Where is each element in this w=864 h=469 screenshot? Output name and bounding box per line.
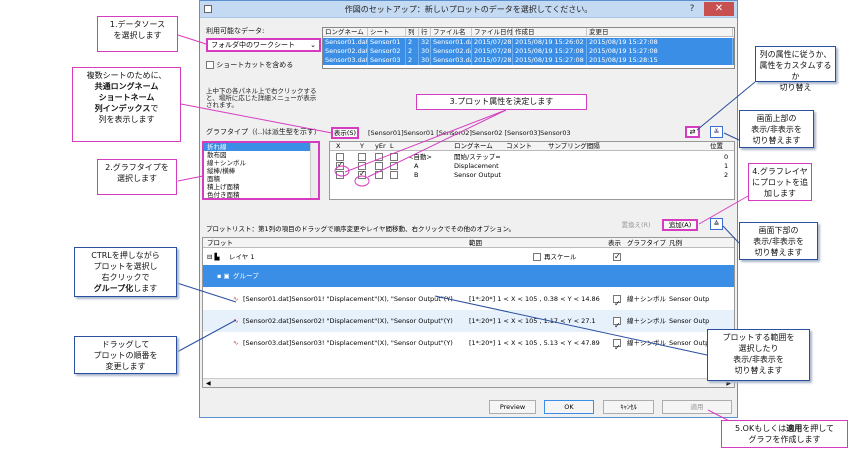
callout-ctrl: CTRLを押しながら プロットを選択し 右クリックで グループ化します [74,247,177,297]
callout-text: ショートネーム [98,93,155,102]
callout-4: 4.グラフレイヤ にプロットを追 加します [748,163,812,201]
callout-text: 列の属性に従うか、 [759,50,832,59]
callout-text: 右クリックで [101,273,150,282]
callout-text: 切り替え [779,83,812,92]
callout-text: ドラッグして [101,340,150,349]
callout-text: グラフを作成します [748,435,821,444]
callout-text: 5.OKもしくは [735,424,787,433]
callout-text: 3.プロット属性を決定します [449,97,554,106]
callout-text: します [133,284,158,293]
callout-text: 4.グラフレイヤ [752,167,808,176]
callout-range: プロットする範囲を 選択したり 表示/非表示を 切り替えます [707,329,810,381]
callout-text: 属性をカスタムするか [759,61,832,81]
callout-text: 表示/非表示を [733,355,784,364]
callout-2: 2.グラフタイプを 選択します [97,159,177,195]
callout-text: 切り替えます [734,366,783,375]
callout-3: 3.プロット属性を決定します [416,94,587,110]
callout-top-toggle: 画面上部の 表示/非表示を 切り替えます [739,110,814,148]
callout-1: 1.データソース を選択します [97,16,178,52]
callout-text: 変更します [105,362,146,371]
callout-text: 切り替えます [752,136,801,145]
callout-text: CTRLを押しながら [91,251,160,260]
callout-text: を押して [802,424,834,433]
callout-text: グループ化 [93,284,134,293]
callout-text: 画面下部の [758,226,799,235]
callout-text: 列を表示します [98,115,155,124]
callout-text: で [150,104,159,113]
callout-text: 加します [764,189,796,198]
callout-text: 複数シートのために、 [86,71,167,80]
highlight-y [354,175,370,187]
callout-5: 5.OKもしくは適用を押して グラフを作成します [721,420,848,448]
callout-multisheet: 複数シートのために、 共通ロングネーム ショートネーム 列インデックスで 列を表… [72,67,181,142]
callout-text: プロットを選択し [93,262,158,271]
callout-text: にプロットを追 [752,178,808,187]
callout-text: 適用 [786,424,803,433]
callout-text: プロットの順番を [93,351,158,360]
callout-text: 選択します [117,174,157,183]
callout-text: 1.データソース [109,20,166,29]
callout-text: 共通ロングネーム [94,82,159,91]
callout-text: 表示/非表示を [753,237,804,246]
callout-drag: ドラッグして プロットの順番を 変更します [74,336,177,374]
callout-text: を選択します [113,31,162,40]
callout-text: 表示/非表示を [751,125,802,134]
callout-text: 2.グラフタイプを [105,163,169,172]
callout-text: 列インデックス [94,104,151,113]
callout-text: プロットする範囲を [722,333,795,342]
callout-attr-switch: 列の属性に従うか、 属性をカスタムするか 切り替え [755,46,836,92]
callout-text: 画面上部の [756,114,797,123]
callout-text: 選択したり [738,344,779,353]
callout-text: 切り替えます [754,248,803,257]
callout-bottom-toggle: 画面下部の 表示/非表示を 切り替えます [739,222,818,260]
